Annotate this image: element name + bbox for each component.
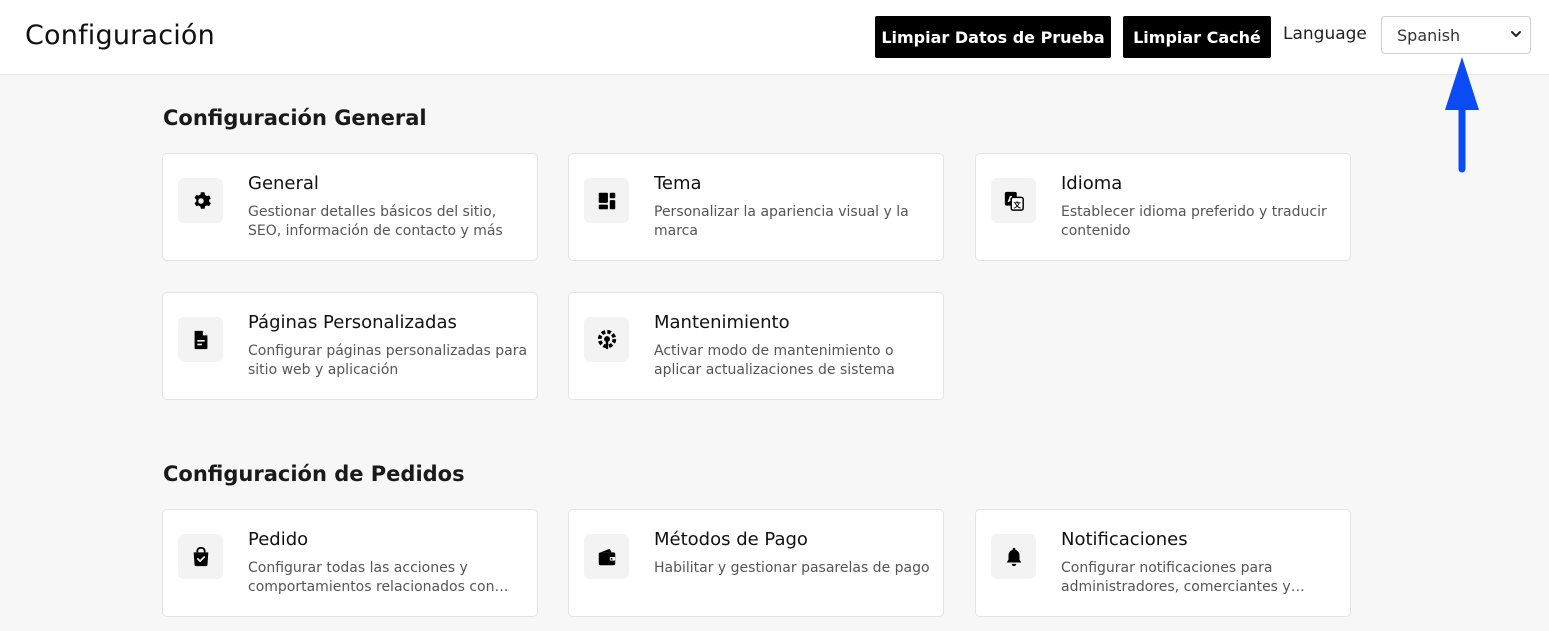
language-label: Language [1283, 24, 1367, 44]
wallet-icon [598, 548, 615, 565]
card-description: Establecer idioma preferido y traducir c… [1061, 204, 1327, 239]
card-title: Tema [654, 173, 702, 194]
card-general[interactable]: General Gestionar detalles básicos del s… [162, 153, 538, 261]
maintenance-icon [597, 329, 616, 349]
clear-test-data-button[interactable]: Limpiar Datos de Prueba [875, 16, 1111, 58]
card-description: Configurar notificaciones para administr… [1061, 560, 1291, 595]
layout-icon [598, 192, 615, 209]
card-description: Activar modo de mantenimiento o aplicar … [654, 343, 895, 378]
page-title: Configuración [25, 20, 215, 51]
language-select-value: Spanish [1397, 25, 1461, 45]
clear-cache-button[interactable]: Limpiar Caché [1123, 16, 1271, 58]
section-title-general: Configuración General [163, 106, 427, 130]
arrow-up-icon [1445, 57, 1479, 173]
card-title: General [248, 173, 319, 194]
bell-icon [1006, 547, 1021, 566]
card-mantenimiento[interactable]: Mantenimiento Activar modo de mantenimie… [568, 292, 944, 400]
card-idioma[interactable]: A 文 Idioma Establecer idioma preferido y… [975, 153, 1351, 261]
chevron-down-icon [1511, 31, 1521, 37]
shopping-bag-icon [193, 546, 208, 566]
svg-text:文: 文 [1012, 200, 1021, 209]
card-description: Gestionar detalles básicos del sitio, SE… [248, 204, 503, 239]
card-title: Idioma [1061, 173, 1123, 194]
card-notificaciones[interactable]: Notificaciones Configurar notificaciones… [975, 509, 1351, 617]
card-tema[interactable]: Tema Personalizar la apariencia visual y… [568, 153, 944, 261]
language-select[interactable]: Spanish [1381, 16, 1531, 54]
translate-icon: A 文 [1004, 191, 1024, 211]
card-description: Configurar todas las acciones y comporta… [248, 560, 495, 595]
gear-icon [194, 191, 211, 209]
section-title-orders: Configuración de Pedidos [163, 462, 465, 486]
card-description: Personalizar la apariencia visual y la m… [654, 204, 909, 239]
card-title: Páginas Personalizadas [248, 312, 457, 333]
file-icon [194, 330, 207, 349]
card-pedido[interactable]: Pedido Configurar todas las acciones y c… [162, 509, 538, 617]
card-description: Configurar páginas personalizadas para s… [248, 343, 528, 378]
card-title: Mantenimiento [654, 312, 790, 333]
card-description: Habilitar y gestionar pasarelas de pago [654, 560, 930, 576]
top-bar: Configuración Limpiar Datos de Prueba Li… [0, 0, 1549, 75]
card-metodos-de-pago[interactable]: Métodos de Pago Habilitar y gestionar pa… [568, 509, 944, 617]
card-title: Pedido [248, 529, 309, 550]
card-title: Métodos de Pago [654, 529, 808, 550]
card-paginas-personalizadas[interactable]: Páginas Personalizadas Configurar página… [162, 292, 538, 400]
card-title: Notificaciones [1061, 529, 1188, 550]
